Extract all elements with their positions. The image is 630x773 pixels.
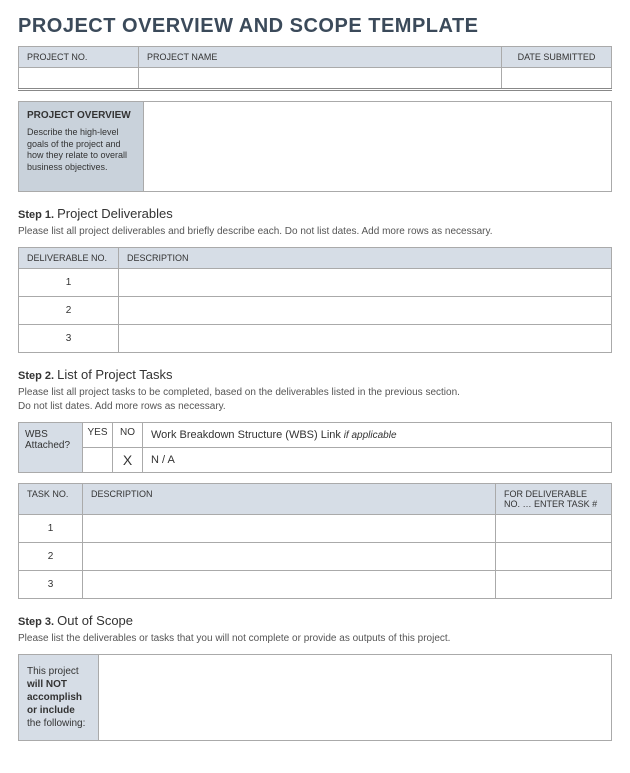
scope-table: This project will NOT accomplish or incl… <box>18 654 612 741</box>
wbs-no-field[interactable]: X <box>113 448 143 473</box>
wbs-link-label: Work Breakdown Structure (WBS) Link <box>151 429 341 441</box>
task-no-header: TASK NO. <box>19 484 83 515</box>
deliverables-table: DELIVERABLE NO. DESCRIPTION 1 2 3 <box>18 247 612 353</box>
step1-heading: Step 1. Project Deliverables <box>18 206 612 221</box>
scope-label-2: will NOT accomplish or include <box>27 679 82 716</box>
wbs-no-header: NO <box>113 423 143 448</box>
table-row: 2 <box>19 297 612 325</box>
deliverable-no: 3 <box>19 325 119 353</box>
overview-table: PROJECT OVERVIEW Describe the high-level… <box>18 101 612 192</box>
page-title: PROJECT OVERVIEW AND SCOPE TEMPLATE <box>18 15 612 38</box>
wbs-yes-header: YES <box>83 423 113 448</box>
step2-instr: Please list all project tasks to be comp… <box>18 386 612 414</box>
overview-field[interactable] <box>144 102 612 192</box>
task-desc-field[interactable] <box>83 571 496 599</box>
task-for-field[interactable] <box>496 571 612 599</box>
scope-label-cell: This project will NOT accomplish or incl… <box>19 655 99 741</box>
header-date-label: DATE SUBMITTED <box>502 47 612 68</box>
deliverable-desc-field[interactable] <box>119 297 612 325</box>
wbs-if-applicable: if applicable <box>341 430 397 441</box>
step3-number: Step 3. <box>18 616 54 628</box>
header-project-no-label: PROJECT NO. <box>19 47 139 68</box>
header-project-name-label: PROJECT NAME <box>139 47 502 68</box>
header-project-name-field[interactable] <box>139 68 502 90</box>
task-desc-field[interactable] <box>83 515 496 543</box>
header-table: PROJECT NO. PROJECT NAME DATE SUBMITTED <box>18 46 612 91</box>
wbs-link-header: Work Breakdown Structure (WBS) Link if a… <box>143 423 612 448</box>
task-no: 2 <box>19 543 83 571</box>
deliverable-desc-header: DESCRIPTION <box>119 248 612 269</box>
task-no: 3 <box>19 571 83 599</box>
deliverable-no: 1 <box>19 269 119 297</box>
task-for-field[interactable] <box>496 515 612 543</box>
tasks-table: TASK NO. DESCRIPTION FOR DELIVERABLE NO.… <box>18 483 612 599</box>
table-row: 3 <box>19 571 612 599</box>
step1-number: Step 1. <box>18 209 54 221</box>
scope-label-3: the following: <box>27 718 85 729</box>
deliverable-no-header: DELIVERABLE NO. <box>19 248 119 269</box>
table-row: 3 <box>19 325 612 353</box>
step3-name: Out of Scope <box>57 613 133 628</box>
step1-name: Project Deliverables <box>57 206 173 221</box>
overview-desc: Describe the high-level goals of the pro… <box>27 127 135 174</box>
table-row: 2 <box>19 543 612 571</box>
wbs-attached-label: WBS Attached? <box>19 423 83 473</box>
scope-field[interactable] <box>99 655 612 741</box>
step3-heading: Step 3. Out of Scope <box>18 613 612 628</box>
wbs-table: WBS Attached? YES NO Work Breakdown Stru… <box>18 422 612 473</box>
table-row: 1 <box>19 515 612 543</box>
step2-name: List of Project Tasks <box>57 367 172 382</box>
deliverable-no: 2 <box>19 297 119 325</box>
header-date-field[interactable] <box>502 68 612 90</box>
header-project-no-field[interactable] <box>19 68 139 90</box>
deliverable-desc-field[interactable] <box>119 269 612 297</box>
deliverable-desc-field[interactable] <box>119 325 612 353</box>
overview-label-cell: PROJECT OVERVIEW Describe the high-level… <box>19 102 144 192</box>
wbs-yes-field[interactable] <box>83 448 113 473</box>
wbs-link-field[interactable]: N / A <box>143 448 612 473</box>
overview-title: PROJECT OVERVIEW <box>27 110 135 121</box>
task-for-field[interactable] <box>496 543 612 571</box>
task-desc-header: DESCRIPTION <box>83 484 496 515</box>
task-for-header: FOR DELIVERABLE NO. … ENTER TASK # <box>496 484 612 515</box>
step1-instr: Please list all project deliverables and… <box>18 225 612 239</box>
step2-heading: Step 2. List of Project Tasks <box>18 367 612 382</box>
task-desc-field[interactable] <box>83 543 496 571</box>
scope-label-1: This project <box>27 666 79 677</box>
task-no: 1 <box>19 515 83 543</box>
step3-instr: Please list the deliverables or tasks th… <box>18 632 612 646</box>
table-row: 1 <box>19 269 612 297</box>
step2-number: Step 2. <box>18 370 54 382</box>
